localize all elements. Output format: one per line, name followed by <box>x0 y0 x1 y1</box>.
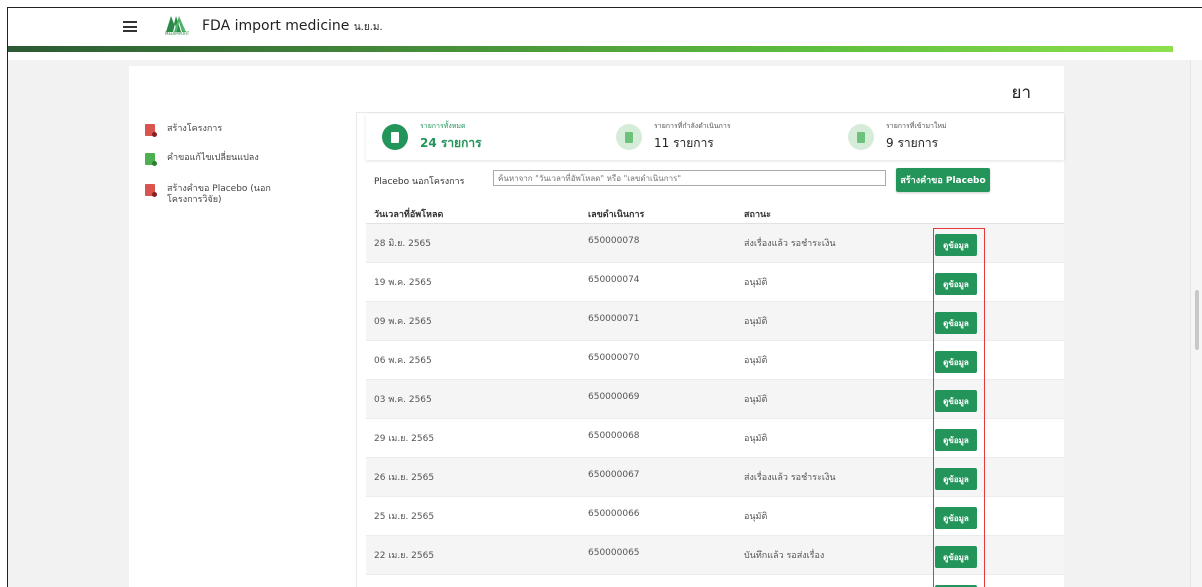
search-input[interactable] <box>493 170 886 186</box>
cell-number: 650000065 <box>588 548 640 558</box>
top-bar: MEDIMPORT FDA import medicine น.ย.ม. <box>8 8 1202 46</box>
table-header: วันเวลาที่อัพโหลด เลขดำเนินการ สถานะ <box>366 198 1064 224</box>
stat-label: รายการที่เข้ามาใหม่ <box>886 122 947 130</box>
sidebar-item-label: สร้างคำขอ Placebo (นอกโครงการวิจัย) <box>167 184 271 205</box>
cell-number: 650000067 <box>588 470 640 480</box>
cell-status: อนุมัติ <box>744 434 768 444</box>
cell-date: 06 พ.ค. 2565 <box>374 356 432 366</box>
sidebar-item-create-placebo[interactable]: สร้างคำขอ Placebo (นอกโครงการวิจัย) <box>145 184 277 206</box>
stat-value: 9 รายการ <box>886 136 939 150</box>
filter-label: Placebo นอกโครงการ <box>374 177 465 187</box>
app-window: MEDIMPORT FDA import medicine น.ย.ม. ยา … <box>7 7 1202 587</box>
document-icon <box>382 124 408 150</box>
cell-number: 650000078 <box>588 236 640 246</box>
document-icon <box>848 124 874 150</box>
cell-status: อนุมัติ <box>744 278 768 288</box>
cell-date: 19 พ.ค. 2565 <box>374 278 432 288</box>
highlight-annotation <box>933 228 985 587</box>
sidebar-item-create-project[interactable]: สร้างโครงการ <box>145 124 277 137</box>
cell-date: 29 เม.ย. 2565 <box>374 434 435 444</box>
document-green-icon <box>145 153 157 166</box>
cell-date: 25 เม.ย. 2565 <box>374 512 435 522</box>
app-title[interactable]: FDA import medicine น.ย.ม. <box>202 18 383 35</box>
cell-status: อนุมัติ <box>744 395 768 405</box>
scrollbar-thumb[interactable] <box>1195 290 1199 350</box>
document-red-icon <box>145 124 157 137</box>
cell-status: บันทึกแล้ว รอส่งเรื่อง <box>744 551 825 561</box>
cell-status: อนุมัติ <box>744 317 768 327</box>
app-title-text: FDA import medicine <box>202 18 350 34</box>
stat-total[interactable]: รายการทั้งหมด 24 รายการ <box>382 114 482 160</box>
sidebar: สร้างโครงการ คำขอแก้ไขเปลี่ยนแปลง สร้างค… <box>129 112 357 587</box>
cell-number: 650000066 <box>588 509 640 519</box>
column-header-status: สถานะ <box>744 210 771 220</box>
cell-number: 650000071 <box>588 314 640 324</box>
logo-text: MEDIMPORT <box>165 31 190 36</box>
stat-label: รายการทั้งหมด <box>420 122 466 130</box>
cell-number: 650000068 <box>588 431 640 441</box>
menu-icon[interactable] <box>123 21 137 32</box>
stat-in-progress[interactable]: รายการที่กำลังดำเนินการ 11 รายการ <box>616 114 731 160</box>
cell-status: อนุมัติ <box>744 512 768 522</box>
cell-number: 650000074 <box>588 275 640 285</box>
page-scrollbar[interactable] <box>1190 60 1202 587</box>
cell-date: 26 เม.ย. 2565 <box>374 473 435 483</box>
sidebar-item-change-request[interactable]: คำขอแก้ไขเปลี่ยนแปลง <box>145 153 277 166</box>
document-icon <box>616 124 642 150</box>
stats-bar: รายการทั้งหมด 24 รายการ รายการที่กำลังดำ… <box>366 114 1064 160</box>
cell-date: 28 มิ.ย. 2565 <box>374 239 432 249</box>
column-header-date: วันเวลาที่อัพโหลด <box>374 210 444 220</box>
cell-status: ส่งเรื่องแล้ว รอชำระเงิน <box>744 473 836 483</box>
column-header-number: เลขดำเนินการ <box>588 210 645 220</box>
cell-number: 650000069 <box>588 392 640 402</box>
cell-status: ส่งเรื่องแล้ว รอชำระเงิน <box>744 239 836 249</box>
cell-status: อนุมัติ <box>744 356 768 366</box>
app-logo: MEDIMPORT <box>165 14 190 38</box>
stat-value: 11 รายการ <box>654 136 714 150</box>
stat-new[interactable]: รายการที่เข้ามาใหม่ 9 รายการ <box>848 114 947 160</box>
main-card: ยา สร้างโครงการ คำขอแก้ไขเปลี่ยนแปลง สร้… <box>129 66 1064 587</box>
cell-date: 03 พ.ค. 2565 <box>374 395 432 405</box>
stat-value: 24 รายการ <box>420 136 482 150</box>
page-title: ยา <box>1011 83 1031 103</box>
sidebar-item-label: คำขอแก้ไขเปลี่ยนแปลง <box>167 153 259 163</box>
app-title-suffix: น.ย.ม. <box>353 22 383 33</box>
document-red-icon <box>145 184 157 197</box>
sidebar-item-label: สร้างโครงการ <box>167 124 223 134</box>
header-gradient-bar <box>8 46 1173 52</box>
stat-label: รายการที่กำลังดำเนินการ <box>654 122 731 130</box>
cell-date: 09 พ.ค. 2565 <box>374 317 432 327</box>
cell-number: 650000070 <box>588 353 640 363</box>
cell-date: 22 เม.ย. 2565 <box>374 551 435 561</box>
create-placebo-button[interactable]: สร้างคำขอ Placebo <box>896 168 990 192</box>
